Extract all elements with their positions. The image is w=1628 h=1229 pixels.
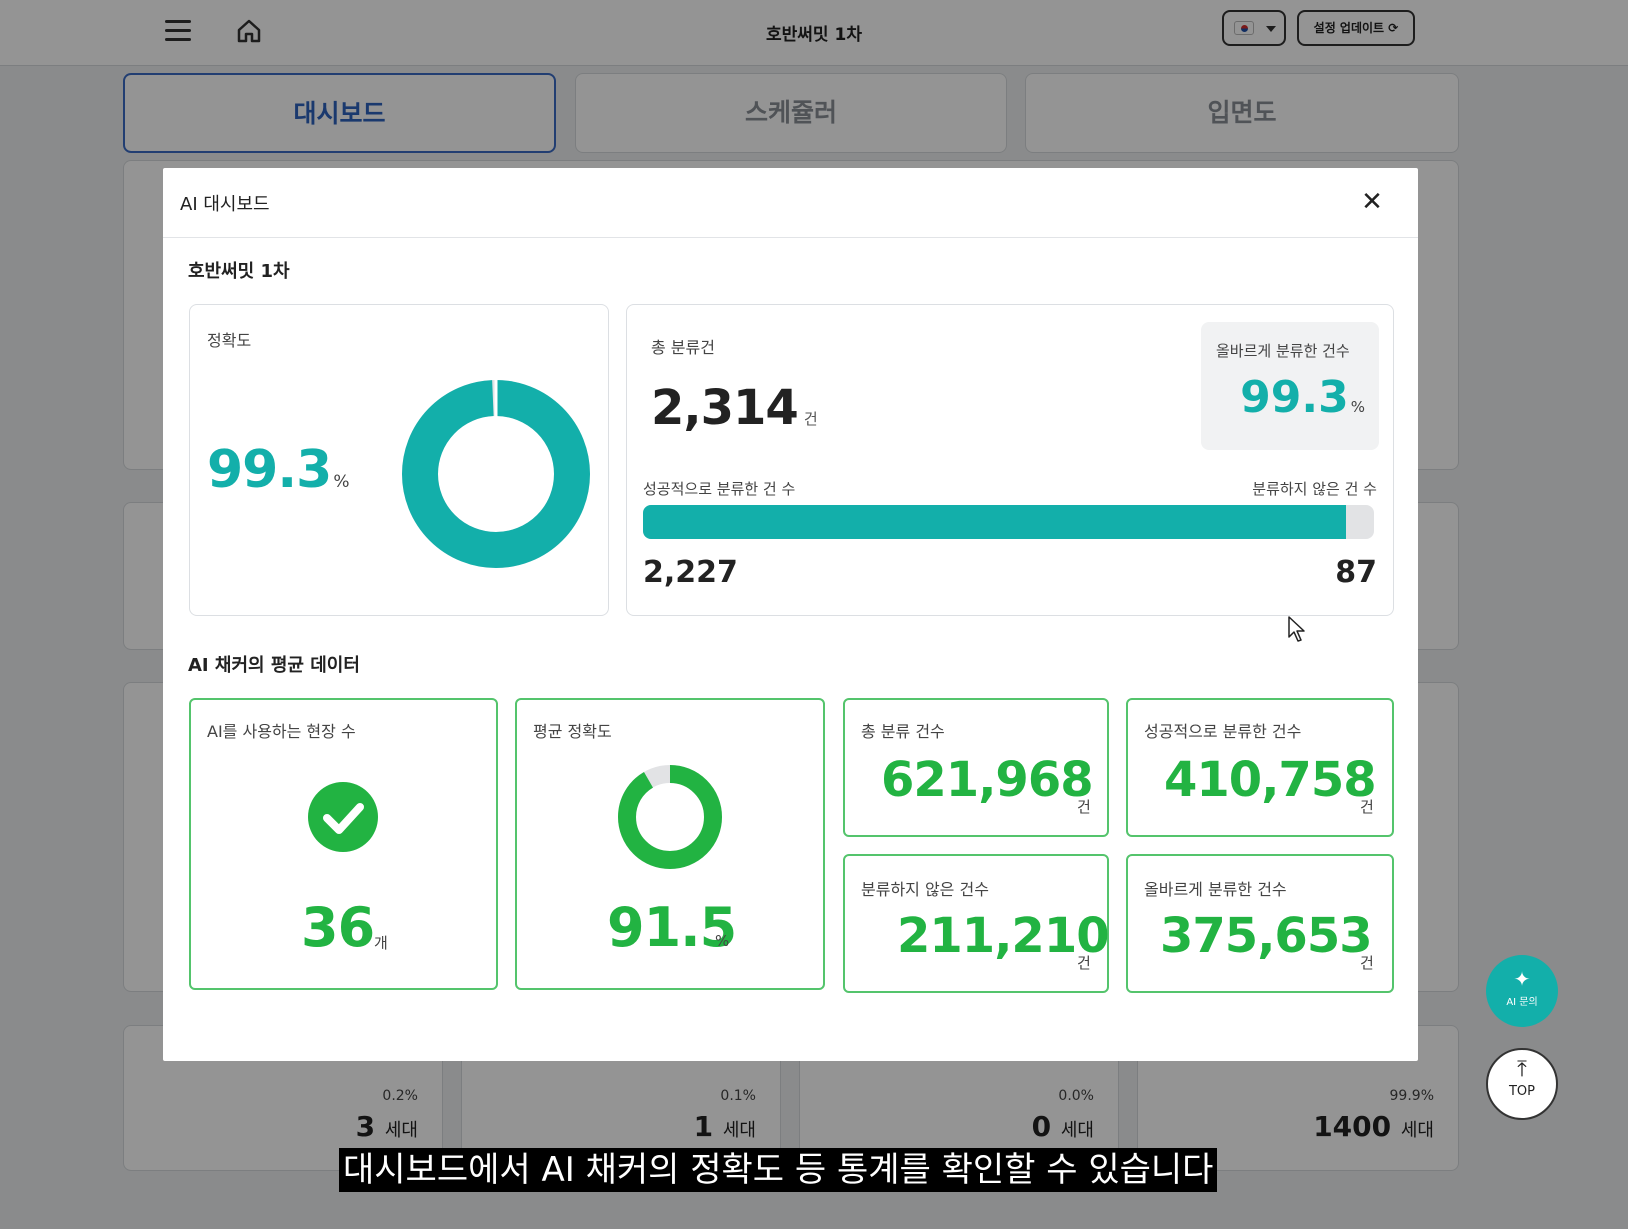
- avg-accuracy-donut-arc: [618, 765, 722, 869]
- scroll-top-button[interactable]: ⤒ TOP: [1486, 1048, 1558, 1120]
- sites-value: 36: [301, 896, 375, 959]
- ai-dashboard-modal: AI 대시보드 ✕ 호반써밋 1차 정확도 99.3% 총 분류건 2,314 건…: [163, 168, 1418, 1061]
- avg-accuracy-label: 평균 정확도: [533, 722, 612, 741]
- avg-accuracy-card: 평균 정확도 91.5 %: [515, 698, 825, 990]
- success-count-card: 성공적으로 분류한 건수 410,758 건: [1126, 698, 1394, 837]
- correct-rate-label: 올바르게 분류한 건수: [1216, 342, 1350, 360]
- correct-count-value: 375,653: [1160, 908, 1373, 964]
- site-name: 호반써밋 1차: [188, 261, 290, 282]
- classification-card: 총 분류건 2,314 건 올바르게 분류한 건수 99.3% 성공적으로 분류한…: [626, 304, 1394, 616]
- check-circle-icon: [308, 782, 378, 852]
- classification-progress-fill: [643, 505, 1347, 539]
- accuracy-label: 정확도: [207, 331, 252, 350]
- total-count-label: 총 분류 건수: [861, 722, 945, 741]
- averages-section-title: AI 채커의 평균 데이터: [188, 655, 360, 676]
- total-classified-value: 2,314 건: [651, 380, 818, 436]
- success-count-label: 성공적으로 분류한 건수: [1144, 722, 1302, 741]
- mouse-cursor-icon: [1288, 616, 1305, 642]
- total-count-value: 621,968: [881, 752, 1094, 808]
- accuracy-card: 정확도 99.3%: [189, 304, 609, 616]
- app-screen: 호반써밋 1차 설정 업데이트 ⟳ 대시보드 스케쥴러 입면도 0.2% 3 세…: [0, 0, 1628, 1229]
- total-count-card: 총 분류 건수 621,968 건: [843, 698, 1109, 837]
- modal-title: AI 대시보드: [180, 194, 270, 215]
- scroll-top-label: TOP: [1508, 1084, 1535, 1099]
- total-classified-label: 총 분류건: [651, 338, 715, 357]
- close-icon[interactable]: ✕: [1357, 188, 1387, 218]
- success-count-value: 410,758: [1164, 752, 1377, 808]
- success-value: 2,227: [643, 555, 738, 590]
- accuracy-donut-arc: [402, 380, 590, 568]
- accuracy-value: 99.3%: [207, 440, 349, 500]
- correct-count-card: 올바르게 분류한 건수 375,653 건: [1126, 854, 1394, 993]
- avg-accuracy-unit: %: [715, 932, 730, 950]
- accuracy-donut: [402, 380, 590, 568]
- correct-rate-box: 올바르게 분류한 건수 99.3%: [1201, 322, 1379, 450]
- correct-count-unit: 건: [1360, 954, 1374, 972]
- unclassified-count-label: 분류하지 않은 건수: [861, 880, 989, 899]
- correct-rate-value: 99.3%: [1240, 372, 1365, 423]
- unclassified-label: 분류하지 않은 건 수: [1252, 480, 1377, 498]
- sites-label: AI를 사용하는 현장 수: [207, 722, 356, 741]
- total-count-unit: 건: [1077, 798, 1091, 816]
- arrow-up-icon: ⤒: [1517, 1057, 1527, 1082]
- unclassified-count-unit: 건: [1077, 954, 1091, 972]
- modal-header: AI 대시보드 ✕: [163, 168, 1418, 238]
- video-subtitle: 대시보드에서 AI 채커의 정확도 등 통계를 확인할 수 있습니다: [339, 1148, 1218, 1192]
- correct-count-label: 올바르게 분류한 건수: [1144, 880, 1287, 899]
- ai-inquiry-label: AI 문의: [1506, 997, 1538, 1008]
- sparkle-icon: ✦: [1513, 967, 1531, 991]
- unclassified-count-card: 분류하지 않은 건수 211,210 건: [843, 854, 1110, 993]
- success-label: 성공적으로 분류한 건 수: [643, 480, 796, 498]
- ai-inquiry-button[interactable]: ✦ AI 문의: [1486, 955, 1558, 1027]
- avg-accuracy-donut: [618, 765, 722, 869]
- unclassified-value: 87: [1335, 555, 1377, 590]
- success-count-unit: 건: [1360, 798, 1374, 816]
- sites-card: AI를 사용하는 현장 수 36 개: [189, 698, 498, 990]
- sites-unit: 개: [374, 934, 388, 952]
- classification-progress-bar: [643, 505, 1374, 539]
